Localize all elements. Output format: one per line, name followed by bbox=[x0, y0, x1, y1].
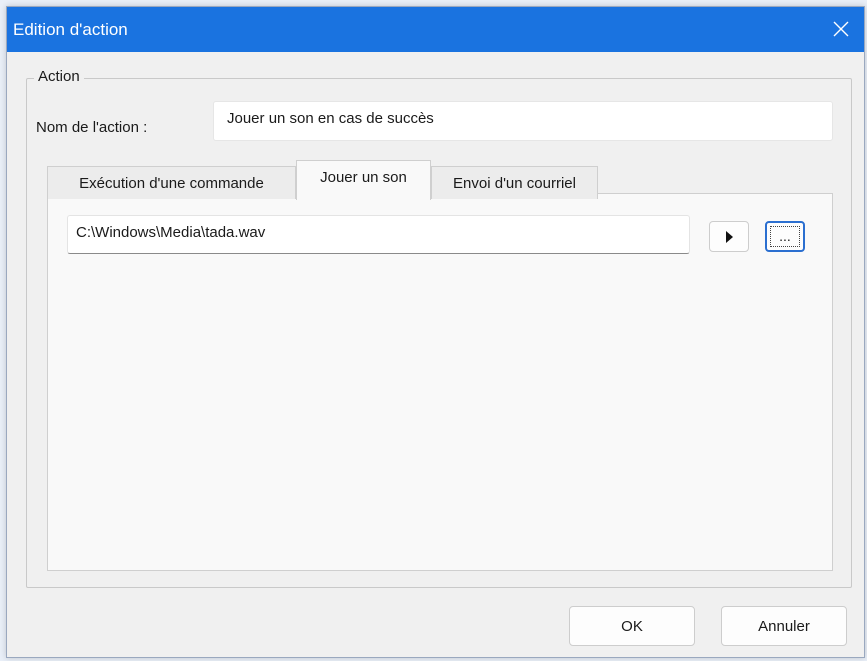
cancel-button[interactable]: Annuler bbox=[721, 606, 847, 646]
action-group-legend: Action bbox=[34, 68, 84, 85]
tab-play-sound[interactable]: Jouer un son bbox=[296, 160, 431, 200]
focus-ring bbox=[770, 226, 800, 247]
play-sound-button[interactable] bbox=[709, 221, 749, 252]
ok-button[interactable]: OK bbox=[569, 606, 695, 646]
action-name-input[interactable]: Jouer un son en cas de succès bbox=[213, 101, 833, 141]
play-icon bbox=[726, 231, 733, 243]
sound-path-input[interactable]: C:\Windows\Media\tada.wav bbox=[67, 215, 690, 254]
tab-send-email[interactable]: Envoi d'un courriel bbox=[431, 166, 598, 199]
window-title: Edition d'action bbox=[13, 20, 128, 39]
close-button[interactable] bbox=[818, 7, 864, 52]
tab-command-execution[interactable]: Exécution d'une commande bbox=[47, 166, 296, 199]
action-name-label: Nom de l'action : bbox=[36, 119, 148, 136]
title-bar: Edition d'action bbox=[7, 7, 864, 52]
browse-button[interactable]: ... bbox=[765, 221, 805, 252]
close-icon bbox=[833, 21, 849, 37]
